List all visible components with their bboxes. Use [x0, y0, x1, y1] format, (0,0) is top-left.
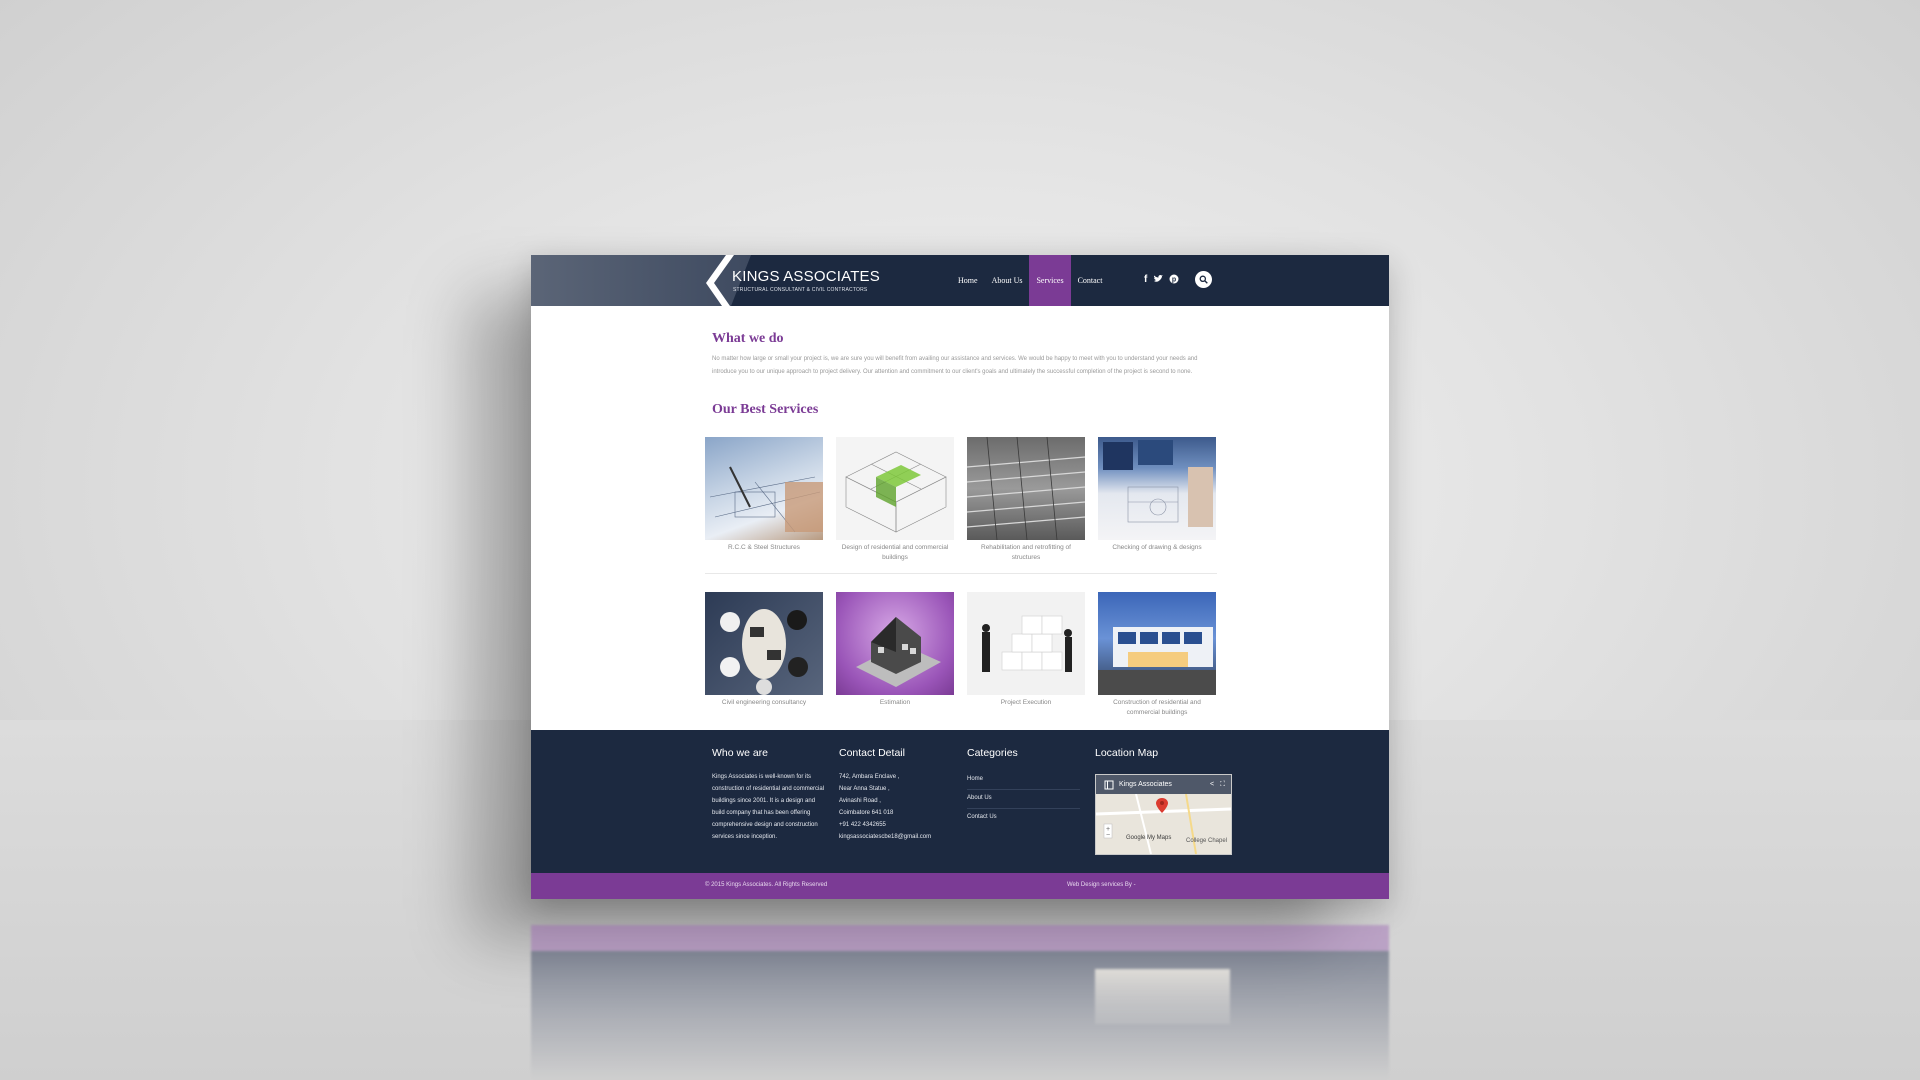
main-nav: Home About Us Services Contact — [951, 255, 1109, 306]
share-icon[interactable]: < — [1210, 781, 1214, 788]
site-footer: Who we are Kings Associates is well-know… — [531, 730, 1389, 873]
facebook-icon[interactable]: f — [1144, 274, 1147, 285]
footer-who-text: Kings Associates is well-known for its c… — [712, 774, 825, 840]
service-card[interactable]: Civil engineering consultancy — [705, 592, 823, 718]
services-heading: Our Best Services — [712, 402, 819, 417]
footer-who-heading: Who we are — [712, 747, 769, 759]
service-caption: R.C.C & Steel Structures — [728, 544, 800, 551]
nav-about-us[interactable]: About Us — [985, 255, 1030, 306]
service-card[interactable]: Estimation — [836, 592, 954, 718]
contact-line: Coimbatore 641 018 — [839, 810, 894, 816]
location-map[interactable]: Kings Associates < ⛶ + − Google My Maps C… — [1095, 774, 1232, 855]
service-caption: Rehabilitation and retrofitting of struc… — [981, 544, 1071, 561]
service-image-construction — [1098, 592, 1216, 695]
footer-who-we-are: Who we are Kings Associates is well-know… — [712, 747, 827, 843]
service-caption: Checking of drawing & designs — [1112, 544, 1202, 551]
svg-text:−: − — [1106, 832, 1110, 839]
social-links: f p — [1144, 274, 1179, 285]
service-image-residential-design — [836, 437, 954, 540]
copyright-text: © 2015 Kings Associates. All Rights Rese… — [705, 882, 828, 888]
service-caption: Construction of residential and commerci… — [1113, 699, 1201, 716]
logo-title[interactable]: KINGS ASSOCIATES — [732, 268, 880, 285]
logo-chevron-icon — [706, 255, 734, 306]
service-card[interactable]: Project Execution — [967, 592, 1085, 718]
pinterest-icon[interactable]: p — [1169, 274, 1179, 284]
map-menu-icon[interactable] — [1104, 780, 1114, 790]
what-we-do-text: No matter how large or small your projec… — [712, 356, 1198, 375]
service-card[interactable]: Design of residential and commercial bui… — [836, 437, 954, 563]
footer-contact-heading: Contact Detail — [839, 747, 905, 759]
map-place-name: Kings Associates — [1119, 781, 1172, 788]
services-row-1: R.C.C & Steel Structures Design of resid… — [705, 437, 1216, 563]
copyright-bar: © 2015 Kings Associates. All Rights Rese… — [531, 873, 1389, 899]
footer-contact-detail: Contact Detail 742, Ambara Enclave , Nea… — [839, 747, 954, 843]
credit-text[interactable]: Web Design services By - — [1067, 882, 1136, 888]
service-card[interactable]: Checking of drawing & designs — [1098, 437, 1216, 563]
contact-email[interactable]: kingsassociatescbe18@gmail.com — [839, 831, 954, 843]
service-caption: Estimation — [879, 699, 911, 706]
contact-line: 742, Ambara Enclave , — [839, 774, 900, 780]
service-caption: Design of residential and commercial bui… — [841, 544, 949, 561]
fullscreen-icon[interactable]: ⛶ — [1220, 781, 1225, 789]
service-caption: Project Execution — [1000, 699, 1052, 706]
footer-link-home[interactable]: Home — [967, 771, 1080, 790]
map-header: Kings Associates < ⛶ — [1096, 775, 1231, 794]
contact-line: Near Anna Statue , — [839, 786, 890, 792]
footer-categories-heading: Categories — [967, 747, 1018, 759]
contact-phone: +91 422 4342655 — [839, 822, 886, 828]
service-caption: Civil engineering consultancy — [721, 699, 807, 706]
service-image-estimation — [836, 592, 954, 695]
search-icon — [1199, 275, 1208, 284]
contact-line: Avinashi Road , — [839, 798, 881, 804]
nav-services[interactable]: Services — [1029, 255, 1071, 306]
twitter-icon[interactable] — [1153, 274, 1164, 284]
services-row-2: Civil engineering consultancy Estimation… — [705, 592, 1216, 718]
map-google-label: Google My Maps — [1126, 835, 1172, 841]
nav-home[interactable]: Home — [951, 255, 985, 306]
service-card[interactable]: Construction of residential and commerci… — [1098, 592, 1216, 718]
what-we-do-heading: What we do — [712, 331, 784, 346]
footer-link-about-us[interactable]: About Us — [967, 790, 1080, 809]
logo-tagline: STRUCTURAL CONSULTANT & CIVIL CONTRACTOR… — [733, 287, 868, 293]
search-button[interactable] — [1195, 271, 1212, 288]
services-divider — [705, 573, 1217, 574]
site-header: KINGS ASSOCIATES STRUCTURAL CONSULTANT &… — [531, 255, 1389, 306]
footer-map-heading: Location Map — [1095, 747, 1159, 759]
mockup-reflection — [531, 925, 1389, 1080]
service-card[interactable]: Rehabilitation and retrofitting of struc… — [967, 437, 1085, 563]
footer-categories: Categories Home About Us Contact Us — [967, 747, 1080, 827]
map-tiles: +− — [1096, 794, 1231, 854]
website-mockup: KINGS ASSOCIATES STRUCTURAL CONSULTANT &… — [531, 255, 1389, 899]
nav-contact[interactable]: Contact — [1071, 255, 1110, 306]
service-image-project-execution — [967, 592, 1085, 695]
footer-location-map: Location Map — [1095, 747, 1210, 771]
map-college-label: College Chapel — [1186, 838, 1228, 844]
svg-text:p: p — [1172, 277, 1176, 284]
service-image-consultancy — [705, 592, 823, 695]
service-card[interactable]: R.C.C & Steel Structures — [705, 437, 823, 563]
footer-link-contact-us[interactable]: Contact Us — [967, 809, 1080, 827]
service-image-rcc-steel — [705, 437, 823, 540]
service-image-rehabilitation — [967, 437, 1085, 540]
service-image-checking-drawings — [1098, 437, 1216, 540]
